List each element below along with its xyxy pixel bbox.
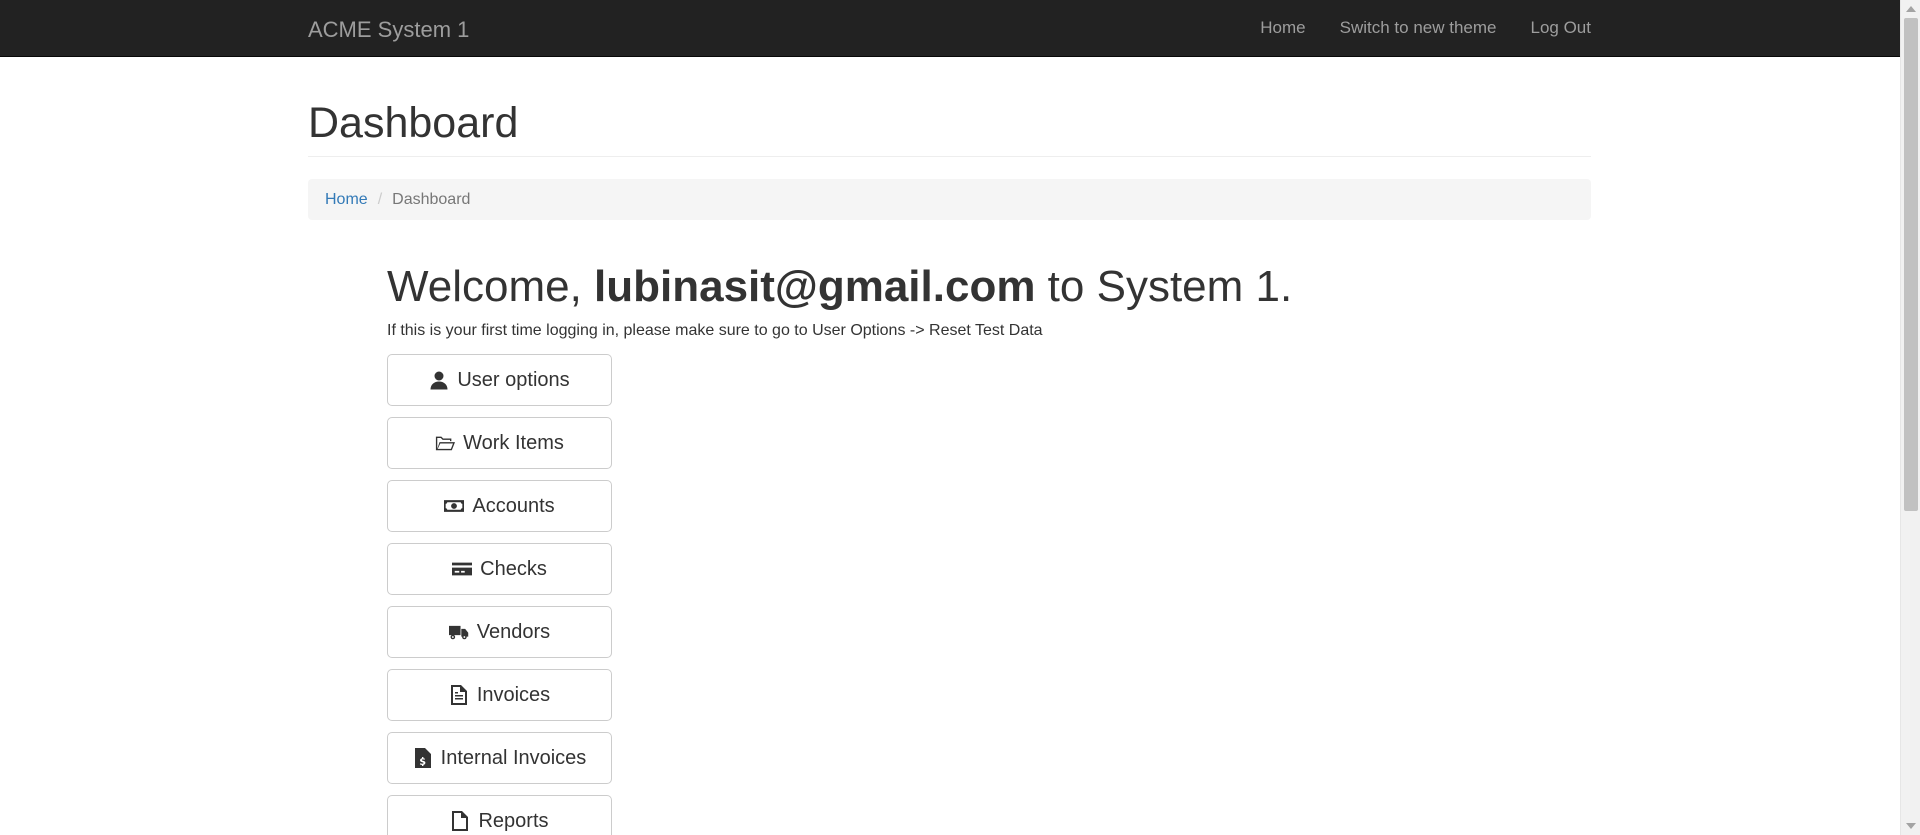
- vertical-scrollbar[interactable]: [1900, 0, 1920, 835]
- file-text-icon: [450, 685, 467, 705]
- reports-button[interactable]: Reports: [387, 795, 612, 835]
- scroll-up-arrow-icon[interactable]: [1906, 6, 1916, 12]
- work-items-button[interactable]: Work Items: [387, 417, 612, 469]
- accounts-label: Accounts: [472, 494, 555, 517]
- page-title: Dashboard: [308, 99, 519, 147]
- scrollbar-thumb[interactable]: [1904, 18, 1918, 511]
- breadcrumb-separator: /: [377, 190, 383, 208]
- vendors-label: Vendors: [476, 620, 551, 643]
- vendors-button[interactable]: Vendors: [387, 606, 612, 658]
- brand-link[interactable]: ACME System 1: [308, 17, 469, 43]
- credit-card-icon: [452, 562, 473, 576]
- user-options-label: User options: [457, 368, 570, 391]
- folder-open-icon: [436, 436, 456, 451]
- top-navbar: ACME System 1 Home Switch to new theme L…: [0, 0, 1900, 57]
- welcome-heading: Welcome, lubinasit@gmail.com to System 1…: [387, 260, 1292, 314]
- breadcrumb-current: Dashboard: [392, 190, 471, 208]
- breadcrumb-home-link[interactable]: Home: [325, 191, 368, 209]
- nav-links: Home Switch to new theme Log Out: [1260, 18, 1591, 38]
- first-login-hint: If this is your first time logging in, p…: [387, 322, 1043, 339]
- dashboard-menu: User options Work Items Accounts Checks …: [387, 354, 612, 835]
- user-options-button[interactable]: User options: [387, 354, 612, 406]
- invoices-button[interactable]: Invoices: [387, 669, 612, 721]
- welcome-suffix: to System 1.: [1035, 262, 1293, 311]
- internal-invoices-button[interactable]: Internal Invoices: [387, 732, 612, 784]
- reports-label: Reports: [478, 809, 549, 832]
- truck-icon: [448, 625, 469, 640]
- checks-label: Checks: [480, 557, 547, 580]
- nav-home-link[interactable]: Home: [1260, 18, 1305, 38]
- work-items-label: Work Items: [463, 431, 564, 454]
- nav-logout-link[interactable]: Log Out: [1531, 18, 1592, 38]
- internal-invoices-label: Internal Invoices: [440, 746, 587, 769]
- money-bill-icon: [444, 500, 465, 512]
- invoices-label: Invoices: [476, 683, 551, 706]
- file-invoice-dollar-icon: [414, 748, 431, 768]
- scroll-down-arrow-icon[interactable]: [1906, 823, 1916, 829]
- file-icon: [452, 811, 469, 831]
- welcome-user: lubinasit@gmail.com: [594, 262, 1036, 311]
- welcome-prefix: Welcome,: [387, 262, 595, 311]
- user-icon: [430, 371, 448, 390]
- checks-button[interactable]: Checks: [387, 543, 612, 595]
- nav-switch-theme-link[interactable]: Switch to new theme: [1340, 18, 1497, 38]
- breadcrumb: Home / Dashboard: [308, 179, 1591, 220]
- page-header: Dashboard: [308, 98, 1591, 157]
- accounts-button[interactable]: Accounts: [387, 480, 612, 532]
